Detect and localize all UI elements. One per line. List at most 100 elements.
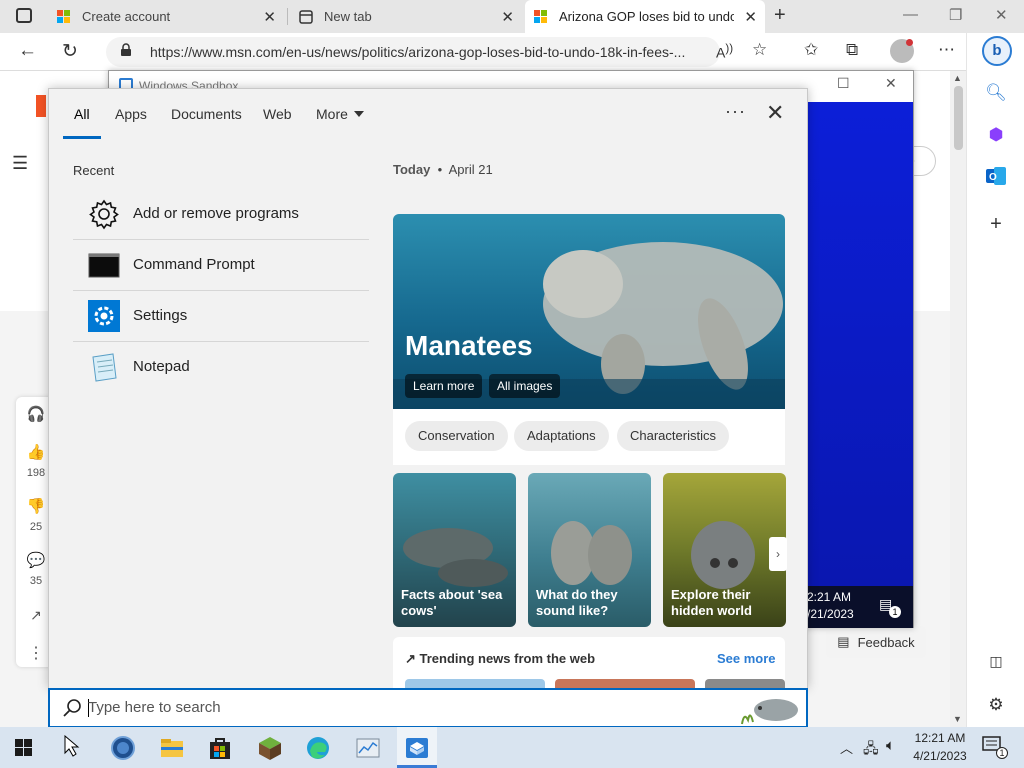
windows-sandbox-icon[interactable]: [404, 735, 430, 761]
edge-icon[interactable]: [305, 735, 331, 761]
close-tab-icon[interactable]: ✕: [501, 8, 514, 26]
recent-item-add-remove-programs[interactable]: Add or remove programs: [73, 189, 369, 240]
trending-thumb[interactable]: [405, 679, 545, 688]
chip-characteristics[interactable]: Characteristics: [617, 421, 729, 451]
taskbar-clock-time[interactable]: 12:21 AM: [910, 731, 970, 745]
tab-more[interactable]: More: [316, 106, 364, 122]
feedback-button[interactable]: ▤ Feedback: [826, 626, 926, 658]
trending-icon: ↗: [405, 651, 420, 666]
recent-item-command-prompt[interactable]: Command Prompt: [73, 240, 369, 291]
search-icon[interactable]: 🔍︎: [967, 83, 1024, 103]
tab-web[interactable]: Web: [263, 106, 292, 122]
learn-more-button[interactable]: Learn more: [405, 374, 483, 398]
command-prompt-icon: [88, 249, 120, 281]
tab-create-account[interactable]: Create account ✕: [48, 0, 284, 33]
microsoft-logo-icon: [56, 9, 72, 25]
svg-text:O: O: [989, 172, 997, 183]
collections-icon[interactable]: ⧉: [846, 40, 858, 60]
sandbox-taskbar: 2:21 AM /21/2023 ▤ 1: [805, 586, 913, 628]
task-manager-icon[interactable]: [355, 735, 381, 761]
sandbox-maximize-icon[interactable]: ☐: [837, 75, 850, 92]
recent-item-notepad[interactable]: Notepad: [73, 342, 369, 393]
recent-item-label: Settings: [133, 307, 188, 324]
start-button[interactable]: [15, 739, 33, 760]
minimize-icon[interactable]: —: [903, 6, 918, 23]
trending-thumb[interactable]: [705, 679, 785, 688]
msn-logo-fragment: [36, 95, 46, 117]
chevron-right-icon[interactable]: ›: [769, 537, 787, 571]
see-more-link[interactable]: See more: [717, 651, 776, 666]
msn-logo-icon: [533, 9, 549, 25]
tab-documents[interactable]: Documents: [171, 106, 242, 122]
new-tab-icon[interactable]: +: [774, 4, 786, 27]
favorites-icon[interactable]: ✩: [804, 40, 818, 60]
gear-icon: [88, 198, 120, 230]
tab-arizona-gop[interactable]: Arizona GOP loses bid to undo $ ✕: [525, 0, 765, 33]
url-field[interactable]: https://www.msn.com/en-us/news/politics/…: [106, 37, 720, 67]
more-options-icon[interactable]: ···: [725, 101, 746, 122]
dot-separator: •: [433, 162, 449, 177]
back-icon[interactable]: ←: [18, 40, 37, 62]
show-hidden-icons-chevron-up-icon[interactable]: ︿: [840, 738, 853, 757]
sandbox-close-icon[interactable]: ✕: [885, 75, 897, 92]
outlook-icon[interactable]: O: [967, 167, 1024, 190]
tab-actions-icon[interactable]: [16, 8, 32, 23]
taskbar-clock-date[interactable]: 4/21/2023: [908, 749, 972, 763]
refresh-icon[interactable]: ↻: [62, 40, 78, 63]
recent-item-label: Add or remove programs: [133, 205, 299, 222]
tab-apps[interactable]: Apps: [115, 106, 147, 122]
chip-adaptations[interactable]: Adaptations: [514, 421, 609, 451]
page-scrollbar[interactable]: [950, 71, 966, 727]
recent-item-settings[interactable]: Settings: [73, 291, 369, 342]
sandbox-clock-time: 2:21 AM: [807, 590, 852, 604]
menu-icon[interactable]: ☰: [12, 153, 28, 174]
tab-more-label: More: [316, 106, 348, 122]
minecraft-icon[interactable]: [257, 735, 283, 761]
close-window-icon[interactable]: ✕: [995, 6, 1008, 24]
card-caption: Facts about 'sea cows': [401, 587, 503, 618]
topic-chip-row: Conservation Adaptations Characteristics: [393, 409, 785, 465]
browser-tab-bar: Create account ✕ New tab ✕ Arizona GOP l…: [0, 0, 1024, 33]
close-tab-icon[interactable]: ✕: [744, 8, 757, 26]
tab-new-tab[interactable]: New tab ✕: [290, 0, 522, 33]
add-sidebar-app-icon[interactable]: +: [967, 213, 1024, 236]
more-options-icon[interactable]: ⋯: [938, 40, 955, 60]
tab-title: Create account: [82, 9, 171, 24]
active-tab-indicator: [63, 136, 101, 139]
trending-thumb[interactable]: [555, 679, 695, 688]
recent-label: Recent: [73, 163, 115, 178]
bing-chat-icon[interactable]: b: [982, 36, 1012, 66]
manatee-hero-card[interactable]: Manatees Learn more All images: [393, 214, 785, 409]
microsoft-store-icon[interactable]: [207, 735, 233, 761]
tab-all[interactable]: All: [74, 106, 90, 122]
sidebar-toggle-icon[interactable]: ◫: [967, 653, 1024, 670]
sandbox-notif-count: 1: [889, 606, 901, 618]
card-hidden-world[interactable]: Explore their hidden world: [663, 473, 786, 627]
taskbar-search-box[interactable]: Type here to search: [48, 688, 808, 728]
volume-icon[interactable]: 🔈︎: [886, 737, 895, 754]
read-aloud-icon[interactable]: A)): [716, 42, 733, 61]
windows-logo-icon: [15, 739, 32, 756]
close-tab-icon[interactable]: ✕: [263, 8, 276, 26]
settings-icon: [88, 300, 120, 332]
add-favorite-icon[interactable]: ☆: [752, 40, 767, 60]
close-icon[interactable]: ✕: [766, 100, 784, 126]
scroll-down-arrow-icon[interactable]: ▼: [953, 714, 962, 724]
trending-label: ↗ Trending news from the web: [405, 651, 595, 667]
sidebar-settings-icon[interactable]: ⚙: [967, 695, 1024, 715]
card-sea-cows[interactable]: Facts about 'sea cows': [393, 473, 516, 627]
hero-title: Manatees: [405, 330, 533, 361]
network-icon[interactable]: 🖧: [863, 738, 879, 762]
chip-conservation[interactable]: Conservation: [405, 421, 508, 451]
restore-icon[interactable]: ❐: [949, 6, 962, 24]
card-sound[interactable]: What do they sound like?: [528, 473, 651, 627]
office-icon[interactable]: ⬢: [967, 125, 1024, 145]
tab-title: Arizona GOP loses bid to undo $: [559, 9, 734, 24]
scrollbar-thumb[interactable]: [954, 86, 963, 150]
all-images-button[interactable]: All images: [489, 374, 561, 398]
scroll-up-arrow-icon[interactable]: ▲: [953, 73, 962, 83]
file-explorer-icon[interactable]: [159, 735, 185, 761]
sandbox-desktop[interactable]: [805, 102, 913, 586]
cortana-icon[interactable]: [110, 735, 136, 761]
action-center-count: 1: [996, 747, 1008, 759]
